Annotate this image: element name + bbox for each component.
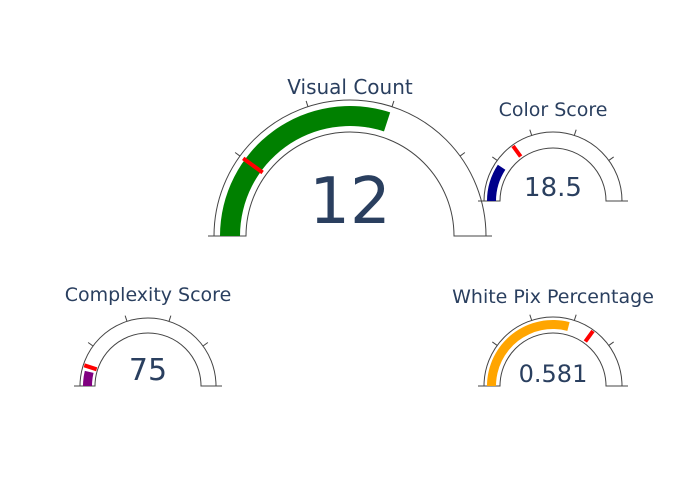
gauge-value: 0.581 [519, 360, 588, 388]
gauge-tick [529, 129, 533, 136]
gauge-title: Complexity Score [65, 284, 232, 306]
gauge-dashboard: Visual Count 12 Color Score 18.5 Complex… [65, 75, 654, 388]
gauge-tick [529, 314, 533, 321]
gauge-tick [87, 342, 94, 347]
gauge-tick [168, 315, 172, 322]
gauge-title: Visual Count [287, 75, 413, 99]
gauge-tick [391, 100, 395, 107]
gauge-tick [124, 315, 128, 322]
gauge-tick [234, 152, 241, 157]
gauge-white-pix-percentage: White Pix Percentage 0.581 [452, 286, 654, 388]
gauge-tick [492, 341, 498, 346]
gauge-title: Color Score [499, 99, 608, 121]
gauge-value: 75 [129, 353, 167, 388]
gauge-visual-count: Visual Count 12 [208, 75, 492, 239]
gauge-complexity-score: Complexity Score 75 [65, 284, 232, 388]
gauge-tick [608, 341, 614, 346]
gauge-tick [459, 152, 466, 157]
gauge-tick [202, 342, 209, 347]
gauge-tick [573, 314, 577, 321]
gauge-tick [573, 129, 577, 136]
gauge-tick [305, 100, 309, 107]
gauge-value: 12 [309, 165, 390, 239]
gauge-color-score: Color Score 18.5 [478, 99, 628, 203]
gauge-value: 18.5 [524, 173, 582, 203]
gauge-tick [608, 156, 614, 161]
gauge-title: White Pix Percentage [452, 286, 654, 308]
gauge-value-bar [83, 370, 94, 386]
gauge-tick [492, 156, 498, 161]
